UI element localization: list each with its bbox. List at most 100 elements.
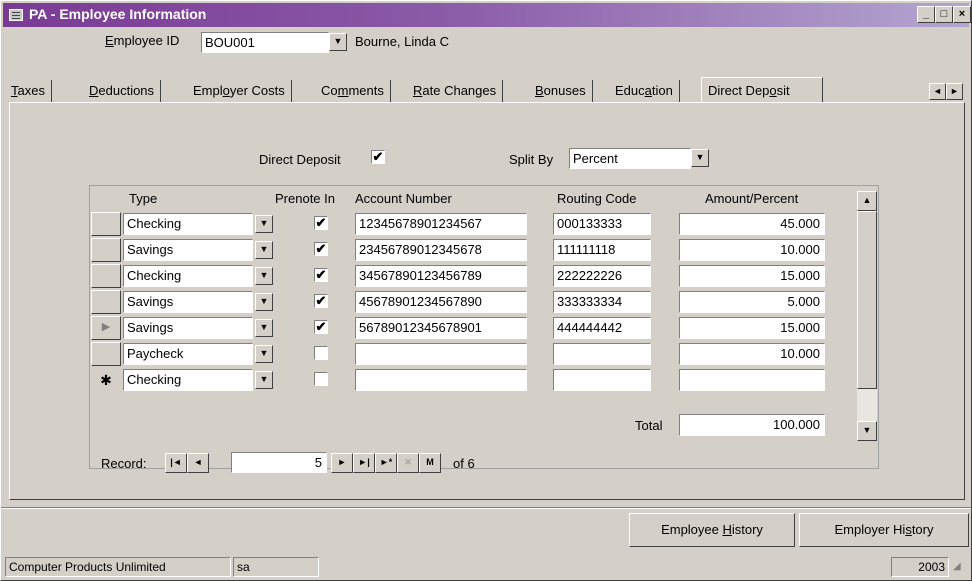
delete-record-button[interactable]: ✕ [397,453,419,473]
account-number-field[interactable]: 45678901234567890 [355,291,527,313]
type-field[interactable]: Savings [123,317,253,339]
last-record-button[interactable]: ►| [353,453,375,473]
routing-code-field[interactable]: 000133333 [553,213,651,235]
type-dropdown-button[interactable]: ▼ [255,319,273,337]
tab-education[interactable]: Education [609,80,680,102]
tab-comments[interactable]: Comments [315,80,391,102]
direct-deposit-checkbox[interactable]: ✔ [371,150,385,164]
split-by-value: Percent [573,151,618,166]
amount-field[interactable]: 5.000 [679,291,825,313]
employee-history-button[interactable]: Employee History [629,513,795,547]
record-selector-current[interactable]: ▶ [91,316,121,340]
check-icon: ✔ [372,149,384,164]
record-selector[interactable] [91,264,121,288]
resize-grip-icon[interactable]: ◢ [953,561,967,575]
employer-history-button[interactable]: Employer History [799,513,969,547]
type-dropdown-button[interactable]: ▼ [255,267,273,285]
current-record-icon: ▶ [101,321,111,333]
record-selector[interactable] [91,212,121,236]
first-record-button[interactable]: |◄ [165,453,187,473]
arrow-right-icon: ► [950,86,959,96]
account-number-field[interactable] [355,343,527,365]
close-button[interactable]: × [953,6,971,23]
type-dropdown-button[interactable]: ▼ [255,241,273,259]
account-number-field[interactable]: 23456789012345678 [355,239,527,261]
type-field[interactable]: Checking [123,369,253,391]
record-selector[interactable] [91,238,121,262]
tab-direct-deposit[interactable]: Direct Deposit [701,77,823,103]
direct-deposit-label: Direct Deposit [259,152,341,167]
prenote-checkbox[interactable]: ✔ [314,320,328,334]
tab-deductions[interactable]: Deductions [83,80,162,102]
record-count: of 6 [453,456,475,471]
total-label: Total [635,418,663,433]
chevron-down-icon: ▼ [259,296,269,306]
type-dropdown-button[interactable]: ▼ [255,215,273,233]
check-icon: ✔ [315,293,327,308]
type-dropdown-button[interactable]: ▼ [255,293,273,311]
last-record-icon: ►| [358,457,370,467]
account-number-field[interactable]: 56789012345678901 [355,317,527,339]
filter-button[interactable]: M [419,453,441,473]
scroll-down-button[interactable]: ▼ [857,421,877,441]
status-year: 2003 [891,557,949,577]
type-field[interactable]: Paycheck [123,343,253,365]
chevron-down-icon: ▼ [695,152,705,162]
tab-taxes[interactable]: Taxes [5,80,52,102]
title-bar[interactable]: PA - Employee Information _ □ × [3,3,971,27]
type-field[interactable]: Checking [123,213,253,235]
routing-code-field[interactable]: 222222226 [553,265,651,287]
chevron-down-icon: ▼ [259,244,269,254]
status-user: sa [233,557,319,577]
amount-field[interactable]: 15.000 [679,265,825,287]
system-menu-icon[interactable] [9,9,23,21]
prenote-checkbox[interactable] [314,346,328,360]
record-selector-new[interactable]: ✱ [91,368,121,392]
next-record-button[interactable]: ► [331,453,353,473]
employee-id-combo[interactable]: BOU001 [201,32,329,53]
amount-field[interactable]: 10.000 [679,239,825,261]
routing-code-field[interactable]: 444444442 [553,317,651,339]
type-field[interactable]: Savings [123,239,253,261]
type-dropdown-button[interactable]: ▼ [255,371,273,389]
record-selector[interactable] [91,290,121,314]
column-header-type: Type [129,191,158,206]
account-number-field[interactable]: 12345678901234567 [355,213,527,235]
tab-rate-changes[interactable]: Rate Changes [407,80,504,102]
previous-record-button[interactable]: ◄ [187,453,209,473]
routing-code-field[interactable]: 333333334 [553,291,651,313]
routing-code-field[interactable] [553,343,651,365]
tab-scroll-left-button[interactable]: ◄ [929,83,946,100]
record-number-input[interactable]: 5 [231,452,327,473]
type-field[interactable]: Savings [123,291,253,313]
scroll-up-button[interactable]: ▲ [857,191,877,211]
amount-field[interactable]: 45.000 [679,213,825,235]
type-dropdown-button[interactable]: ▼ [255,345,273,363]
employee-id-dropdown-button[interactable]: ▼ [329,33,347,51]
prenote-checkbox[interactable]: ✔ [314,294,328,308]
check-icon: ✔ [315,241,327,256]
split-by-dropdown-button[interactable]: ▼ [691,149,709,167]
prenote-checkbox[interactable]: ✔ [314,268,328,282]
split-by-label: Split By [509,152,554,167]
scroll-thumb[interactable] [857,211,877,389]
record-selector[interactable] [91,342,121,366]
account-number-field[interactable]: 34567890123456789 [355,265,527,287]
maximize-button[interactable]: □ [935,6,953,23]
routing-code-field[interactable]: 111111118 [553,239,651,261]
new-record-button[interactable]: ►* [375,453,397,473]
prenote-checkbox[interactable]: ✔ [314,242,328,256]
amount-field[interactable]: 15.000 [679,317,825,339]
prenote-checkbox[interactable]: ✔ [314,216,328,230]
amount-field[interactable]: 10.000 [679,343,825,365]
type-field[interactable]: Checking [123,265,253,287]
amount-field[interactable] [679,369,825,391]
prenote-checkbox[interactable] [314,372,328,386]
split-by-combo[interactable]: Percent [569,148,691,169]
routing-code-field[interactable] [553,369,651,391]
tab-employer-costs[interactable]: Employer Costs [187,80,292,102]
tab-scroll-right-button[interactable]: ► [946,83,963,100]
tab-bonuses[interactable]: Bonuses [529,80,593,102]
account-number-field[interactable] [355,369,527,391]
minimize-button[interactable]: _ [917,6,935,23]
